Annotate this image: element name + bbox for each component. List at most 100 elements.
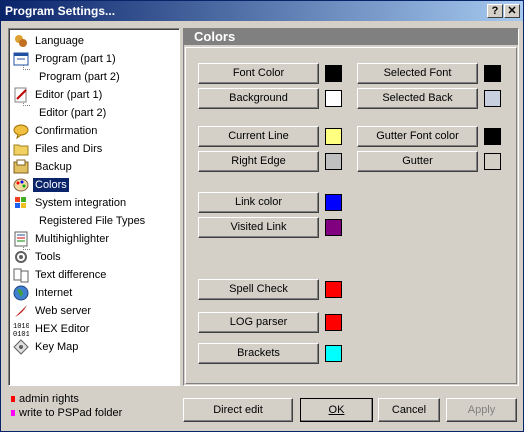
- background-swatch[interactable]: [325, 90, 342, 107]
- tree-item-label: Files and Dirs: [35, 143, 103, 155]
- legend-pspad-folder: write to PSPad folder: [11, 407, 122, 419]
- tree-item-label: System integration: [35, 197, 127, 209]
- tree-item-multihighlighter[interactable]: Multihighlighter: [13, 230, 111, 248]
- brackets-swatch[interactable]: [325, 345, 342, 362]
- tree-item-confirmation[interactable]: Confirmation: [13, 122, 99, 140]
- tree-item-label: Text difference: [35, 269, 107, 281]
- tree-item-text-difference[interactable]: Text difference: [13, 266, 108, 284]
- web-server-icon: [13, 303, 29, 319]
- gutter-swatch[interactable]: [484, 153, 501, 170]
- svg-text:1010: 1010: [13, 323, 29, 331]
- panel-title: Colors: [184, 29, 518, 45]
- windows-icon: [13, 195, 29, 211]
- help-button[interactable]: ?: [487, 4, 503, 18]
- editor-icon: [13, 87, 29, 103]
- tree-item-colors[interactable]: Colors: [13, 176, 69, 194]
- log-parser-swatch[interactable]: [325, 314, 342, 331]
- spell-check-button[interactable]: Spell Check: [198, 279, 319, 300]
- gutter-font-color-swatch[interactable]: [484, 128, 501, 145]
- font-color-button[interactable]: Font Color: [198, 63, 319, 84]
- tree-item-label: Multihighlighter: [35, 233, 109, 245]
- multihighlighter-icon: [13, 231, 29, 247]
- language-icon: [13, 33, 29, 49]
- direct-edit-label: Direct edit: [213, 404, 263, 416]
- apply-button[interactable]: Apply: [446, 398, 517, 422]
- tree-item-label: Web server: [35, 305, 92, 317]
- colors-panel: Colors Font Color Background Selected Font…: [183, 28, 519, 386]
- visited-link-swatch[interactable]: [325, 219, 342, 236]
- tree-item-editor-part-1[interactable]: Editor (part 1): [13, 86, 104, 104]
- tree-item-label: HEX Editor: [35, 323, 90, 335]
- key-map-icon: [13, 339, 29, 355]
- tree-item-system-integration[interactable]: System integration: [13, 194, 128, 212]
- ok-button[interactable]: OK: [300, 398, 373, 422]
- background-button[interactable]: Background: [198, 88, 319, 109]
- right-edge-button[interactable]: Right Edge: [198, 151, 319, 172]
- tree-item-editor-part-2[interactable]: Editor (part 2): [37, 104, 108, 122]
- cancel-button[interactable]: Cancel: [378, 398, 440, 422]
- gutter-font-color-button[interactable]: Gutter Font color: [357, 126, 478, 147]
- tree-item-files-and-dirs[interactable]: Files and Dirs: [13, 140, 104, 158]
- ok-label: OK: [328, 404, 345, 416]
- brackets-button[interactable]: Brackets: [198, 343, 319, 364]
- tree-item-hex-editor[interactable]: 1010 0101 HEX Editor: [13, 320, 91, 339]
- current-line-button[interactable]: Current Line: [198, 126, 319, 147]
- tree-item-label: Internet: [35, 287, 73, 299]
- spell-check-swatch[interactable]: [325, 281, 342, 298]
- tree-item-backup[interactable]: Backup: [13, 158, 74, 176]
- tree-item-program-part-1[interactable]: Program (part 1): [13, 50, 118, 68]
- selected-back-swatch[interactable]: [484, 90, 501, 107]
- apply-label: Apply: [467, 404, 496, 416]
- settings-window: Program Settings... ? ✕ Language Program …: [0, 0, 524, 432]
- tree-item-registered-file-types[interactable]: Registered File Types: [37, 212, 147, 230]
- globe-icon: [13, 285, 29, 301]
- tree-item-program-part-2[interactable]: Program (part 2): [37, 68, 122, 86]
- tree-item-tools[interactable]: Tools: [13, 248, 63, 266]
- link-color-swatch[interactable]: [325, 194, 342, 211]
- log-parser-button[interactable]: LOG parser: [198, 312, 319, 333]
- gutter-button[interactable]: Gutter: [357, 151, 478, 172]
- tree-item-web-server[interactable]: Web server: [13, 302, 93, 320]
- pspad-folder-marker: [11, 410, 15, 416]
- tree-item-language[interactable]: Language: [13, 32, 86, 50]
- tree-item-key-map[interactable]: Key Map: [13, 338, 80, 356]
- tree-item-label: Colors: [33, 178, 69, 192]
- admin-rights-marker: [11, 396, 15, 402]
- selected-font-button[interactable]: Selected Font: [357, 63, 478, 84]
- backup-icon: [13, 159, 29, 175]
- legend-admin-rights: admin rights: [11, 393, 79, 405]
- program-icon: [13, 51, 29, 67]
- tree-item-label: Confirmation: [35, 125, 98, 137]
- title-bar[interactable]: Program Settings... ? ✕: [1, 1, 523, 21]
- text-difference-icon: [13, 267, 29, 283]
- palette-icon: [13, 177, 29, 193]
- link-color-button[interactable]: Link color: [198, 192, 319, 213]
- window-title: Program Settings...: [5, 4, 116, 18]
- direct-edit-button[interactable]: Direct edit: [183, 398, 293, 422]
- tree-item-internet[interactable]: Internet: [13, 284, 74, 302]
- tree-item-label: Program (part 2): [39, 71, 120, 83]
- current-line-swatch[interactable]: [325, 128, 342, 145]
- folder-icon: [13, 141, 29, 157]
- right-edge-swatch[interactable]: [325, 153, 342, 170]
- tree-item-label: Editor (part 1): [35, 89, 103, 101]
- selected-back-button[interactable]: Selected Back: [357, 88, 478, 109]
- tree-item-label: Key Map: [35, 341, 79, 353]
- colors-panel-body: Font Color Background Selected Font Selecte…: [185, 47, 517, 384]
- tools-icon: [13, 249, 29, 265]
- settings-tree[interactable]: Language Program (part 1) Program (part 2)…: [8, 28, 180, 386]
- tree-item-label: Language: [35, 35, 84, 47]
- close-button[interactable]: ✕: [504, 4, 520, 18]
- selected-font-swatch[interactable]: [484, 65, 501, 82]
- legend-pspad-folder-label: write to PSPad folder: [19, 407, 123, 419]
- confirmation-icon: [13, 123, 29, 140]
- font-color-swatch[interactable]: [325, 65, 342, 82]
- visited-link-button[interactable]: Visited Link: [198, 217, 319, 238]
- svg-text:0101: 0101: [13, 331, 29, 337]
- tree-item-label: Editor (part 2): [39, 107, 107, 119]
- tree-item-label: Backup: [35, 161, 72, 173]
- hex-icon: 1010 0101: [13, 321, 30, 339]
- cancel-label: Cancel: [391, 404, 427, 416]
- tree-item-label: Tools: [35, 251, 61, 263]
- legend-admin-rights-label: admin rights: [19, 393, 79, 405]
